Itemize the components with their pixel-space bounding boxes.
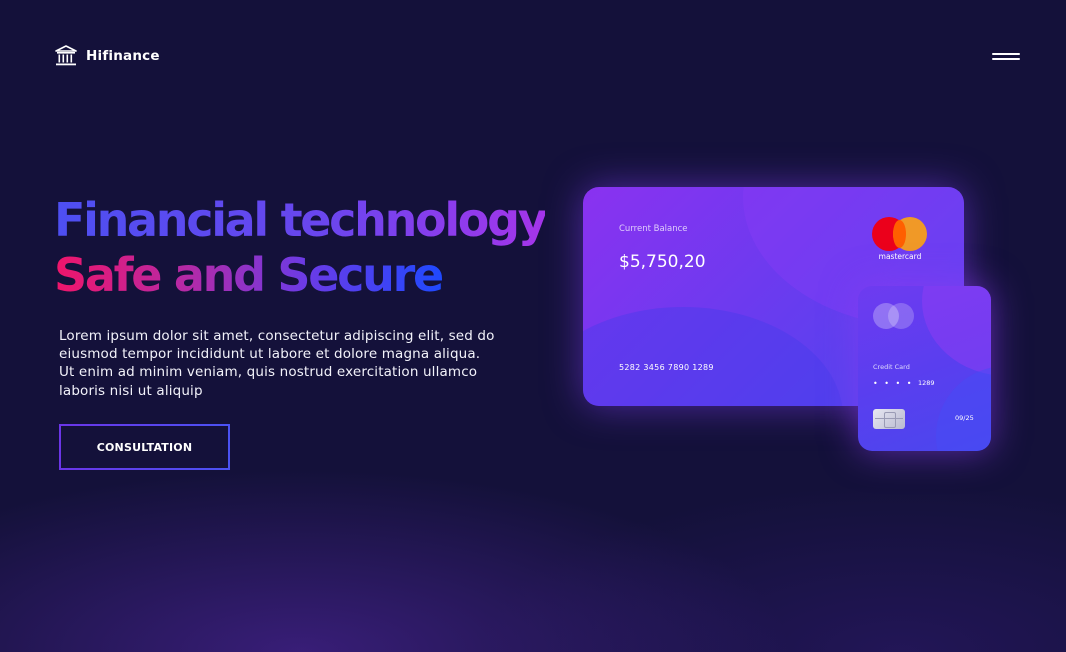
card-network-label: mastercard bbox=[878, 252, 922, 261]
card-decoration bbox=[922, 286, 991, 376]
card-chip-icon bbox=[873, 409, 905, 429]
consultation-button[interactable]: CONSULTATION bbox=[59, 424, 230, 470]
credit-card-label: Credit Card bbox=[873, 363, 910, 371]
brand-logo[interactable]: Hifinance bbox=[55, 45, 160, 67]
card-logo-icon bbox=[873, 303, 917, 329]
balance-amount: $5,750,20 bbox=[619, 252, 706, 272]
mastercard-icon bbox=[872, 217, 928, 253]
hero-title-line1: Financial technology bbox=[54, 193, 548, 247]
card-decoration bbox=[936, 366, 991, 451]
bank-icon bbox=[55, 45, 77, 67]
balance-label: Current Balance bbox=[619, 224, 688, 234]
hero-description: Lorem ipsum dolor sit amet, consectetur … bbox=[59, 328, 495, 399]
credit-card: Credit Card • • • • 1289 09/25 bbox=[858, 286, 991, 451]
hamburger-menu-icon[interactable] bbox=[990, 50, 1022, 64]
brand-name: Hifinance bbox=[86, 48, 160, 64]
masked-digits: • • • • bbox=[873, 379, 914, 388]
hero-title-line2: Safe and Secure bbox=[54, 248, 444, 302]
card-number: 5282 3456 7890 1289 bbox=[619, 363, 714, 372]
card-last-digits: 1289 bbox=[918, 379, 935, 387]
card-decoration bbox=[583, 307, 843, 406]
card-expiry: 09/25 bbox=[955, 414, 974, 422]
